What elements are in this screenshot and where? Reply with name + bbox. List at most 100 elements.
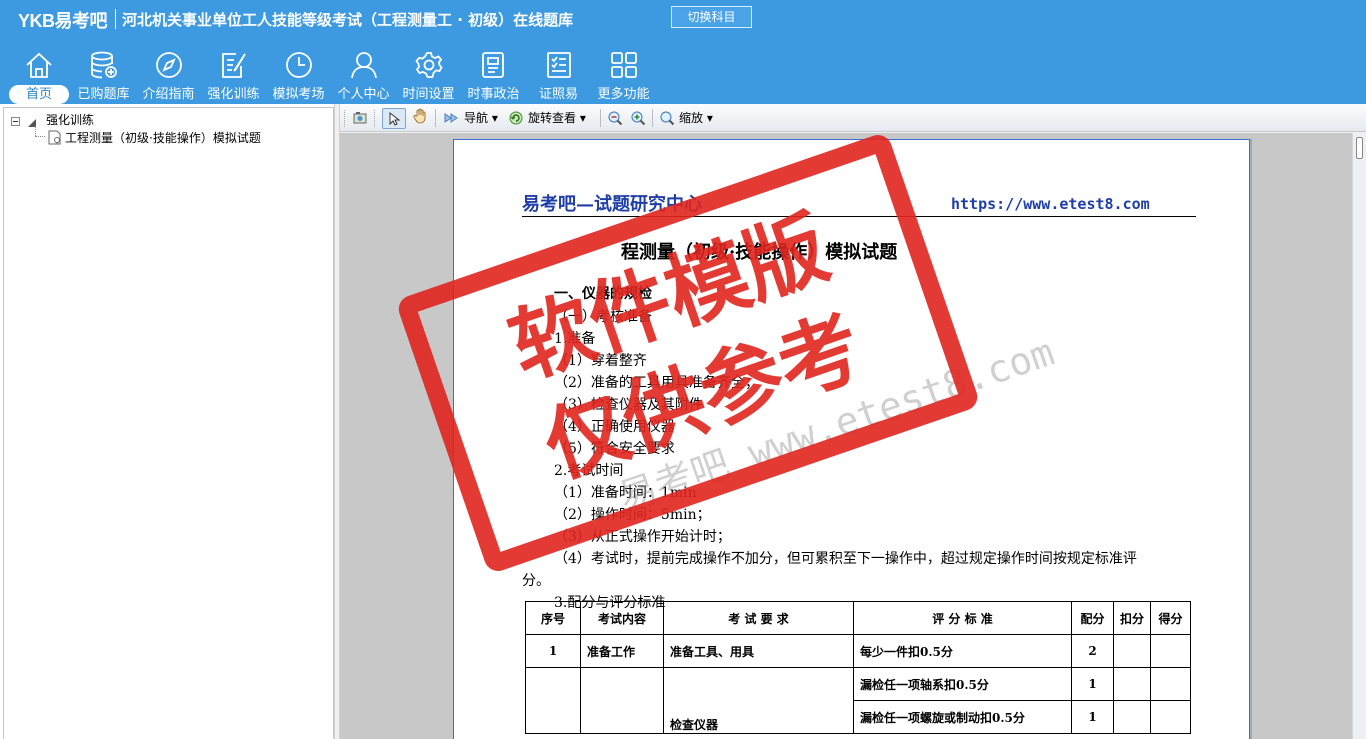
table-cell: 1 [525,634,581,668]
nav-purchased[interactable]: 已购题库 [71,46,136,104]
toolbar-separator [600,109,601,127]
viewer-toolbar: 导航 ▾ 旋转查看 ▾ 缩放 ▾ [340,104,1366,132]
navigate-dropdown[interactable]: 导航 ▾ [464,108,498,129]
table-header-row: 序号 考试内容 考 试 要 求 评 分 标 准 配分 扣分 得分 [525,601,1191,635]
doc-line: 分。 [522,573,550,589]
scoring-table: 序号 考试内容 考 试 要 求 评 分 标 准 配分 扣分 得分 1 准备工作 … [525,601,1191,734]
doc-line: 一、仪器的规检 [554,286,652,302]
certificate-icon [544,50,574,80]
tree-node-exam[interactable]: 工程测量（初级·技能操作）模拟试题 [65,130,261,146]
doc-line: （2）操作时间：5min； [554,507,711,523]
nav-label: 强化训练 [207,87,260,102]
nav-label: 时事政治 [467,87,520,102]
rotate-view-label: 旋转查看 [528,111,577,125]
table-cell [525,667,581,734]
nav-home[interactable]: 首页 [6,46,71,104]
title-row: YKB易考吧 河北机关事业单位工人技能等级考试（工程测量工 · 初级）在线题库 … [0,0,1366,38]
table-header: 得分 [1150,601,1191,635]
home-icon [24,50,54,80]
table-cell: 检查仪器 [663,667,854,734]
doc-line: 2.考试时间 [554,463,624,479]
save-snapshot-icon[interactable] [352,110,368,126]
gear-icon [414,50,444,80]
table-header: 序号 [525,601,581,635]
doc-line: （3）从正式操作开始计时； [554,529,731,545]
title-divider [115,9,116,29]
rotate-view-dropdown[interactable]: 旋转查看 ▾ [528,108,586,129]
compass-icon [154,50,184,80]
document-icon [48,130,62,145]
nav-politics[interactable]: 时事政治 [461,46,526,104]
doc-line: （4）考试时，提前完成操作不加分，但可累积至下一操作中，超过规定操作时间按规定标… [554,551,1137,567]
table-header: 考 试 要 求 [663,601,854,635]
hand-tool-icon[interactable] [412,108,428,124]
nav-time-settings[interactable]: 时间设置 [396,46,461,104]
select-tool-button[interactable] [382,108,406,129]
switch-subject-button[interactable]: 切换科目 [671,6,752,28]
table-cell: 每少一件扣0.5分 [853,634,1072,668]
nav-more[interactable]: 更多功能 [591,46,656,104]
nav-mock-exam[interactable]: 模拟考场 [266,46,331,104]
table-cell: 准备工具、用具 [663,634,854,668]
doc-line: （2）准备的工具用具准备齐全； [554,375,759,391]
app-logo: YKB易考吧 [18,11,108,31]
table-header: 考试内容 [580,601,664,635]
zoom-in-icon[interactable] [630,110,646,126]
table-cell [1150,634,1191,668]
table-cell [1113,700,1151,734]
doc-line: （1）穿着整齐 [554,353,647,369]
zoom-icon [659,110,675,126]
vertical-scrollbar[interactable] [1352,133,1366,739]
edit-icon [219,50,249,80]
document-viewer: 导航 ▾ 旋转查看 ▾ 缩放 ▾ 易考吧—试题研究中心 https://www.… [340,104,1366,739]
top-bar: YKB易考吧 河北机关事业单位工人技能等级考试（工程测量工 · 初级）在线题库 … [0,0,1366,104]
user-icon [349,50,379,80]
doc-line: （4）正确使用仪器 [554,419,675,435]
toolbar-separator [652,109,653,127]
document-page: 易考吧—试题研究中心 https://www.etest8.com 程测量（初级… [453,139,1250,739]
table-header: 配分 [1071,601,1114,635]
tree-arrow-icon [26,114,38,127]
toolbar-grip[interactable] [344,110,347,127]
table-row: 1 准备工作 准备工具、用具 每少一件扣0.5分 2 [525,634,1191,668]
grid-icon [609,50,639,80]
table-cell [1113,634,1151,668]
table-header: 评 分 标 准 [853,601,1072,635]
tree-view: 强化训练 工程测量（初级·技能操作）模拟试题 [3,107,334,739]
nav-personal[interactable]: 个人中心 [331,46,396,104]
doc-line: （5）符合安全要求 [554,441,675,457]
doc-header-rule [522,216,1196,217]
nav-label: 时间设置 [402,87,455,102]
tree-collapse-toggle[interactable] [11,117,20,126]
nav-certificate[interactable]: 证照易 [526,46,591,104]
tree-node-training[interactable]: 强化训练 [46,112,94,128]
table-cell [1113,667,1151,701]
table-cell: 2 [1071,634,1114,668]
nav-guide[interactable]: 介绍指南 [136,46,201,104]
table-cell: 准备工作 [580,634,664,668]
zoom-out-icon[interactable] [607,110,623,126]
table-cell: 1 [1071,700,1114,734]
nav-training[interactable]: 强化训练 [201,46,266,104]
zoom-label: 缩放 [679,111,704,125]
doc-header-brand: 易考吧—试题研究中心 [522,194,702,215]
doc-line: （1）准备时间：1min [554,485,697,501]
navigate-icon [444,110,460,126]
news-icon [479,50,509,80]
doc-line: 1.准备 [554,331,596,347]
nav-label: 已购题库 [77,87,130,102]
scrollbar-thumb[interactable] [1356,137,1363,159]
app-title: 河北机关事业单位工人技能等级考试（工程测量工 · 初级）在线题库 [122,11,574,29]
zoom-dropdown[interactable]: 缩放 ▾ [679,108,713,129]
nav-label: 个人中心 [337,87,390,102]
document-canvas[interactable]: 易考吧—试题研究中心 https://www.etest8.com 程测量（初级… [340,133,1352,739]
table-header: 扣分 [1113,601,1151,635]
tree-connector [35,126,36,136]
rotate-icon [508,110,524,126]
nav-label: 介绍指南 [142,87,195,102]
doc-header-url[interactable]: https://www.etest8.com [951,195,1150,213]
nav-label: 首页 [9,85,69,104]
doc-title: 程测量（初级·技能操作）模拟试题 [621,242,898,263]
clock-icon [284,50,314,80]
toolbar-grip[interactable] [374,110,377,127]
